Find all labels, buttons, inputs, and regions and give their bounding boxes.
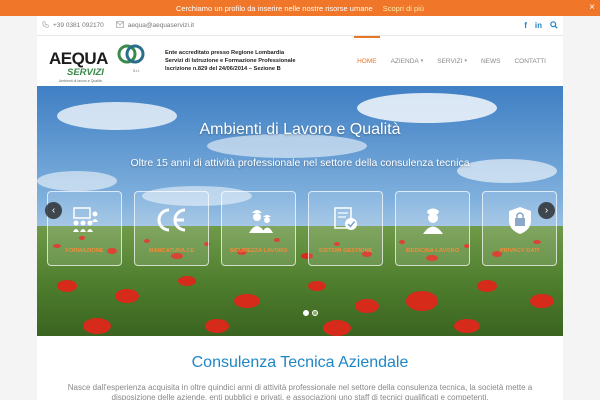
phone-contact[interactable]: +39 0381 092170: [42, 21, 104, 30]
hero-subtitle: Oltre 15 anni di attività professionale …: [130, 157, 470, 169]
logo-tagline: Ambienti di lavoro e Qualità: [59, 79, 102, 83]
service-box-formazione[interactable]: FORMAZIONE: [47, 191, 122, 266]
phone-icon: [42, 21, 49, 30]
nav-item-label: HOME: [357, 57, 377, 65]
slider-prev-button[interactable]: ‹: [45, 202, 62, 219]
service-box-marcatura-ce[interactable]: MARCATURA CE: [134, 191, 209, 266]
linkedin-icon[interactable]: in: [535, 21, 542, 31]
service-box-label: SICUREZZA LAVORO: [229, 248, 288, 254]
registration-line-2: Servizi di Istruzione e Formazione Profe…: [165, 58, 296, 64]
nav-item-news[interactable]: NEWS: [474, 36, 508, 86]
promo-bar: Cerchiamo un profilo da inserire nelle n…: [0, 0, 600, 16]
promo-link[interactable]: Scopri di più: [383, 4, 424, 13]
logo[interactable]: AEQUA SERVIZI S.r.l. Ambienti di lavoro …: [47, 36, 151, 86]
service-boxes: FORMAZIONE MARCATURA CE SICUREZZA LAVORO…: [47, 191, 557, 266]
service-box-sicurezza-lavoro[interactable]: SICUREZZA LAVORO: [221, 191, 296, 266]
chevron-down-icon: ▾: [464, 58, 467, 64]
chevron-down-icon: ▾: [420, 58, 424, 64]
intro-section: Consulenza Tecnica Aziendale Nasce dall'…: [37, 336, 563, 400]
hero-title: Ambienti di Lavoro e Qualità: [199, 121, 401, 138]
site-header: AEQUA SERVIZI S.r.l. Ambienti di lavoro …: [37, 36, 563, 86]
service-box-label: PRIVACY DATI: [499, 248, 540, 254]
section-text: Nasce dall'esperienza acquisita in oltre…: [67, 383, 533, 400]
nav-item-label: NEWS: [480, 57, 501, 65]
nav-item-label: AZIENDA: [390, 57, 419, 65]
search-icon[interactable]: [550, 20, 558, 31]
main-nav: HOME AZIENDA ▾ SERVIZI ▾ NEWS CONTATTI: [350, 36, 553, 86]
logo-word-servizi: SERVIZI: [67, 67, 104, 78]
ce-mark-icon: [155, 203, 189, 237]
close-icon[interactable]: ×: [589, 2, 595, 13]
phone-number: +39 0381 092170: [53, 22, 104, 29]
mail-icon: [115, 21, 124, 30]
hero-slider: Ambienti di Lavoro e Qualità Oltre 15 an…: [37, 86, 563, 336]
email-contact[interactable]: aequa@aequaservizi.it: [115, 21, 195, 30]
facebook-icon[interactable]: f: [524, 21, 527, 31]
service-box-sistemi-gestione[interactable]: SISTEMI GESTIONE: [308, 191, 383, 266]
registration-line-1: Ente accreditato presso Regione Lombardi…: [165, 50, 285, 56]
registration-info: Ente accreditato presso Regione Lombardi…: [165, 49, 296, 73]
logo-srl: S.r.l.: [133, 69, 141, 73]
service-box-label: FORMAZIONE: [65, 248, 104, 254]
nav-item-azienda[interactable]: AZIENDA ▾: [384, 36, 431, 86]
section-title: Consulenza Tecnica Aziendale: [191, 354, 409, 371]
nav-item-label: SERVIZI: [437, 57, 463, 65]
service-box-label: SISTEMI GESTIONE: [318, 248, 373, 254]
logo-rings-icon: [117, 44, 145, 64]
service-box-label: MARCATURA CE: [148, 248, 195, 254]
lock-shield-icon: [503, 203, 537, 237]
nav-item-label: CONTATTI: [514, 57, 546, 65]
nurse-icon: [416, 203, 450, 237]
slider-next-button[interactable]: ›: [538, 202, 555, 219]
social-links: f in: [524, 21, 558, 31]
promo-text: Cerchiamo un profilo da inserire nelle n…: [175, 3, 373, 13]
email-address: aequa@aequaservizi.it: [127, 22, 195, 29]
page: Cerchiamo un profilo da inserire nelle n…: [0, 0, 600, 400]
service-box-medicina-lavoro[interactable]: MEDICINA LAVORO: [395, 191, 470, 266]
service-box-label: MEDICINA LAVORO: [405, 248, 460, 254]
nav-item-servizi[interactable]: SERVIZI ▾: [430, 36, 474, 86]
logo-word: AEQUA: [49, 49, 108, 68]
slider-dot-1[interactable]: [303, 310, 309, 316]
contact-bar: +39 0381 092170 aequa@aequaservizi.it f …: [37, 16, 563, 36]
nav-item-contatti[interactable]: CONTATTI: [507, 36, 553, 86]
slider-dot-2[interactable]: [312, 310, 318, 316]
slider-dots: [303, 310, 318, 316]
nav-item-home[interactable]: HOME: [350, 36, 384, 86]
certificate-badge-icon: [329, 203, 363, 237]
registration-line-3: Iscrizione n.829 del 24/06/2014 – Sezion…: [165, 66, 281, 72]
workers-safety-icon: [242, 203, 276, 237]
training-people-icon: [68, 203, 102, 237]
